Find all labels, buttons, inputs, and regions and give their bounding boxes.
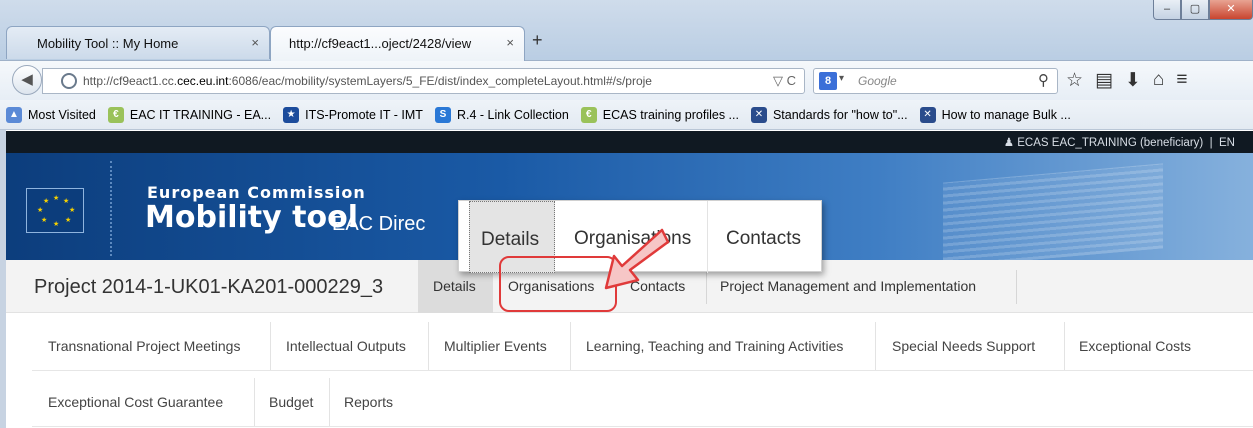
url-domain: cec.eu.int (177, 74, 229, 88)
browser-tab-home[interactable]: Mobility Tool :: My Home × (6, 26, 270, 59)
bookmark-item[interactable]: € ECAS training profiles ... (580, 106, 739, 123)
bookmark-label: EAC IT TRAINING - EA... (129, 107, 272, 122)
bookmarks-menu-icon[interactable]: ▤ (1095, 69, 1113, 92)
address-bar[interactable]: http://cf9eact1.cc.cec.eu.int:6086/eac/m… (42, 68, 805, 94)
chevron-down-icon[interactable]: ▾ (839, 73, 844, 84)
bookmark-icon: ★ (283, 106, 300, 123)
search-input[interactable]: 8 ▾ Google ⚲ (813, 68, 1058, 94)
bookmark-label: ITS-Promote IT - IMT (305, 107, 423, 122)
search-icon[interactable]: ⚲ (1038, 71, 1049, 89)
close-tab-icon[interactable]: × (506, 35, 514, 50)
bookmark-item[interactable]: ★ ITS-Promote IT - IMT (283, 106, 423, 123)
google-icon[interactable]: 8 (819, 72, 837, 90)
toolbar-icons: ☆ ▤ ⬇ ⌂ ≡ (1066, 69, 1188, 92)
user-name[interactable]: ECAS EAC_TRAINING (beneficiary) (1017, 137, 1203, 149)
back-button[interactable]: ◀ (12, 65, 42, 95)
bookmark-label: Standards for "how to"... (772, 107, 908, 122)
menu-budget[interactable]: Budget (269, 378, 313, 426)
close-tab-icon[interactable]: × (251, 35, 259, 50)
bookmark-label: How to manage Bulk ... (941, 107, 1071, 122)
menu-transnational-meetings[interactable]: Transnational Project Meetings (48, 322, 240, 370)
divider (570, 322, 571, 370)
directorate-title: EAC Direc (332, 213, 426, 235)
download-icon[interactable]: ⬇ (1125, 69, 1141, 92)
divider (428, 322, 429, 370)
menu-learning-activities[interactable]: Learning, Teaching and Training Activiti… (586, 322, 843, 370)
tab-strip: Mobility Tool :: My Home × http://cf9eac… (0, 0, 1253, 62)
url-path: :6086/eac/mobility/systemLayers/5_FE/dis… (228, 74, 652, 88)
bookmark-item[interactable]: ▲ Most Visited (6, 106, 96, 123)
url-prefix: http://cf9eact1.cc. (83, 74, 178, 88)
new-tab-button[interactable]: + (532, 30, 543, 51)
bookmark-icon: ✕ (750, 106, 767, 123)
bookmarks-bar: ▲ Most Visited € EAC IT TRAINING - EA... ★… (0, 100, 1253, 130)
divider (875, 322, 876, 370)
bookmark-item[interactable]: ✕ How to manage Bulk ... (919, 106, 1071, 123)
pointer-arrow-icon (604, 228, 670, 290)
menu-reports[interactable]: Reports (344, 378, 393, 426)
window-controls: – ▢ ✕ (1153, 0, 1253, 22)
bookmark-icon: S (434, 106, 451, 123)
menu-multiplier-events[interactable]: Multiplier Events (444, 322, 547, 370)
user-bar: ♟ ECAS EAC_TRAINING (beneficiary) | EN (0, 131, 1253, 153)
building-image (943, 163, 1163, 260)
browser-tab-project[interactable]: http://cf9eact1...oject/2428/view × (270, 26, 525, 61)
submenu-row-2: Exceptional Cost Guarantee Budget Report… (32, 378, 1253, 427)
maximize-button[interactable]: ▢ (1181, 0, 1209, 20)
bookmark-star-icon[interactable]: ☆ (1066, 69, 1083, 92)
bookmark-icon: € (580, 106, 597, 123)
divider (1064, 322, 1065, 370)
divider (254, 378, 255, 426)
bookmark-icon: € (107, 106, 124, 123)
search-placeholder: Google (858, 74, 897, 88)
bookmark-icon: ✕ (919, 106, 936, 123)
menu-exceptional-cost-guarantee[interactable]: Exceptional Cost Guarantee (48, 378, 223, 426)
bookmark-label: Most Visited (28, 107, 96, 122)
bookmark-item[interactable]: € EAC IT TRAINING - EA... (107, 106, 272, 123)
bookmark-item[interactable]: ✕ Standards for "how to"... (750, 106, 908, 123)
app-title: Mobility tool (145, 200, 358, 235)
user-separator: | (1209, 137, 1213, 149)
home-icon[interactable]: ⌂ (1153, 69, 1164, 92)
project-title: Project 2014-1-UK01-KA201-000229_3 (34, 276, 384, 298)
bookmark-label: R.4 - Link Collection (456, 107, 569, 122)
divider (270, 322, 271, 370)
menu-icon[interactable]: ≡ (1176, 69, 1187, 92)
user-info: ♟ ECAS EAC_TRAINING (beneficiary) | EN (1004, 135, 1235, 149)
divider (329, 378, 330, 426)
menu-exceptional-costs[interactable]: Exceptional Costs (1079, 322, 1191, 370)
window-edge (0, 130, 6, 428)
reload-icon[interactable]: ▽ C (773, 73, 796, 89)
bookmark-label: ECAS training profiles ... (602, 107, 739, 122)
submenu-row-1: Transnational Project Meetings Intellect… (32, 322, 1253, 371)
eu-flag-icon: ★ ★ ★ ★ ★ ★ ★ ★ (26, 188, 84, 233)
navigation-bar: ◀ http://cf9eact1.cc.cec.eu.int:6086/eac… (0, 60, 1253, 100)
tab-title: Mobility Tool :: My Home (37, 36, 179, 51)
language-selector[interactable]: EN (1219, 137, 1235, 149)
callout-tab-contacts: Contacts (726, 228, 801, 249)
globe-icon (61, 73, 77, 89)
back-arrow-icon: ◀ (21, 71, 33, 88)
bookmark-icon: ▲ (6, 106, 22, 123)
divider (1016, 270, 1017, 304)
close-window-button[interactable]: ✕ (1209, 0, 1253, 20)
divider (110, 161, 112, 256)
minimize-button[interactable]: – (1153, 0, 1181, 20)
browser-window: Mobility Tool :: My Home × http://cf9eac… (0, 0, 1253, 428)
bookmark-item[interactable]: S R.4 - Link Collection (434, 106, 569, 123)
user-icon: ♟ (1003, 137, 1015, 149)
menu-intellectual-outputs[interactable]: Intellectual Outputs (286, 322, 406, 370)
tab-title: http://cf9eact1...oject/2428/view (289, 36, 472, 51)
menu-special-needs[interactable]: Special Needs Support (892, 322, 1035, 370)
